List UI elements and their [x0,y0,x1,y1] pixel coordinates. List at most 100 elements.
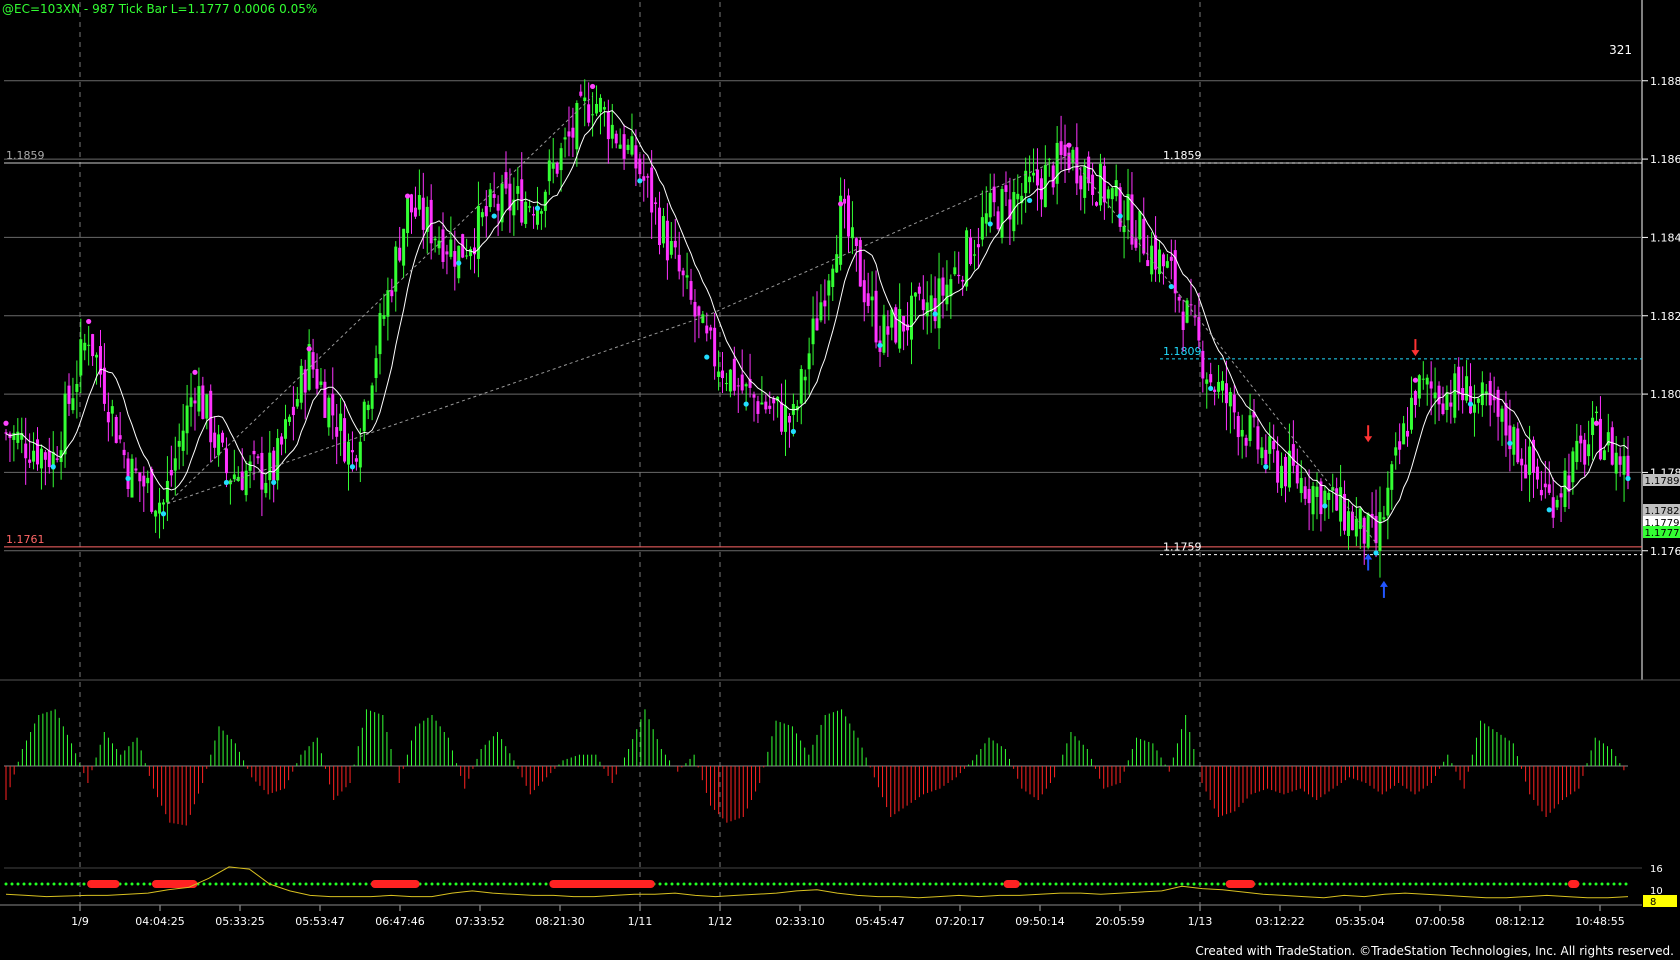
price-tick-label: 1.1840 [1650,231,1680,244]
down-bar [1626,455,1630,478]
down-bar [689,281,693,300]
state-dot [1066,882,1070,886]
down-bar [532,214,536,216]
down-bar [1362,517,1366,544]
time-tick-label: 09:50:14 [1015,915,1064,928]
state-dot [1078,882,1082,886]
state-dot [850,882,854,886]
down-bar [1209,374,1213,383]
state-dot [754,882,758,886]
state-dot [1030,882,1034,886]
swing-low-dot [1117,213,1123,219]
up-bar [1445,392,1449,410]
state-dot [130,882,134,886]
down-bar [1524,464,1528,479]
oscillator-line [5,866,1629,899]
down-bar [24,443,28,459]
down-bar [1598,418,1602,460]
price-tick-label: 1.1800 [1650,388,1680,401]
state-dot [1348,882,1352,886]
down-bar [1469,386,1473,414]
down-bar [1079,175,1083,190]
state-dot [1258,882,1262,886]
state-dot [1396,882,1400,886]
down-bar [646,176,650,178]
up-bar [406,195,410,234]
down-bar [1429,381,1433,389]
up-bar [382,315,386,319]
level-label-left: 1.1761 [6,533,45,546]
down-bar [862,280,866,303]
up-bar [299,365,303,403]
down-bar [846,195,850,237]
up-bar [1555,499,1559,508]
state-dot [748,882,752,886]
state-dot [334,882,338,886]
state-dot [208,882,212,886]
swing-low-dot [160,511,167,517]
state-dot [280,882,284,886]
state-dot [472,882,476,886]
down-bar [1551,497,1555,518]
state-dot [790,882,794,886]
down-bar [256,456,260,459]
up-bar [988,192,992,218]
state-dot [124,882,128,886]
down-bar [390,290,394,297]
up-bar [551,162,555,169]
state-dot [286,882,290,886]
state-dot [1060,882,1064,886]
down-bar [252,450,256,455]
state-dot [1186,882,1190,886]
state-dot [28,882,32,886]
up-bar [882,314,886,353]
up-bar [366,404,370,411]
down-bar [1547,484,1551,493]
state-dot [496,882,500,886]
state-dot [364,882,368,886]
down-bar [122,449,126,456]
down-bar [1350,511,1354,531]
up-bar [417,195,421,210]
state-dot [886,882,890,886]
swing-low-dot [456,260,462,266]
price-tag-label: 1.1789 [1645,476,1680,487]
up-bar [1366,513,1370,548]
swing-low-dot [50,464,56,470]
up-bar [516,186,520,194]
time-tick-label: 05:35:04 [1335,915,1384,928]
state-dot [1288,882,1292,886]
tick-chart[interactable]: 1.18801.18601.18401.18201.18001.17801.17… [0,0,1680,960]
time-tick-label: 04:04:25 [135,915,184,928]
time-tick-label: 1/13 [1188,915,1213,928]
down-bar [138,472,142,482]
up-bar [1512,426,1516,455]
state-dot [1120,882,1124,886]
up-bar [784,405,788,432]
buy-arrow-icon [1379,580,1388,587]
swing-low-dot [743,401,749,407]
down-bar [1256,426,1260,450]
down-bar [843,198,847,204]
down-bar [331,393,335,416]
state-dot [1588,882,1592,886]
up-bar [583,97,587,102]
down-bar [1091,174,1095,195]
down-bar [1177,296,1181,301]
state-dot [1330,882,1334,886]
up-bar [16,431,20,443]
time-tick-label: 05:45:47 [855,915,904,928]
up-bar [1346,511,1350,536]
state-dot [232,882,236,886]
state-dot [1168,882,1172,886]
state-dot [916,882,920,886]
up-bar [244,470,248,496]
down-bar [1213,389,1217,392]
swing-low-dot [1168,283,1174,290]
swing-low-dot [1208,385,1214,392]
state-dot [1174,882,1178,886]
up-bar [1110,188,1114,200]
state-dot [742,882,746,886]
down-bar [1224,383,1228,404]
up-bar [370,385,374,409]
